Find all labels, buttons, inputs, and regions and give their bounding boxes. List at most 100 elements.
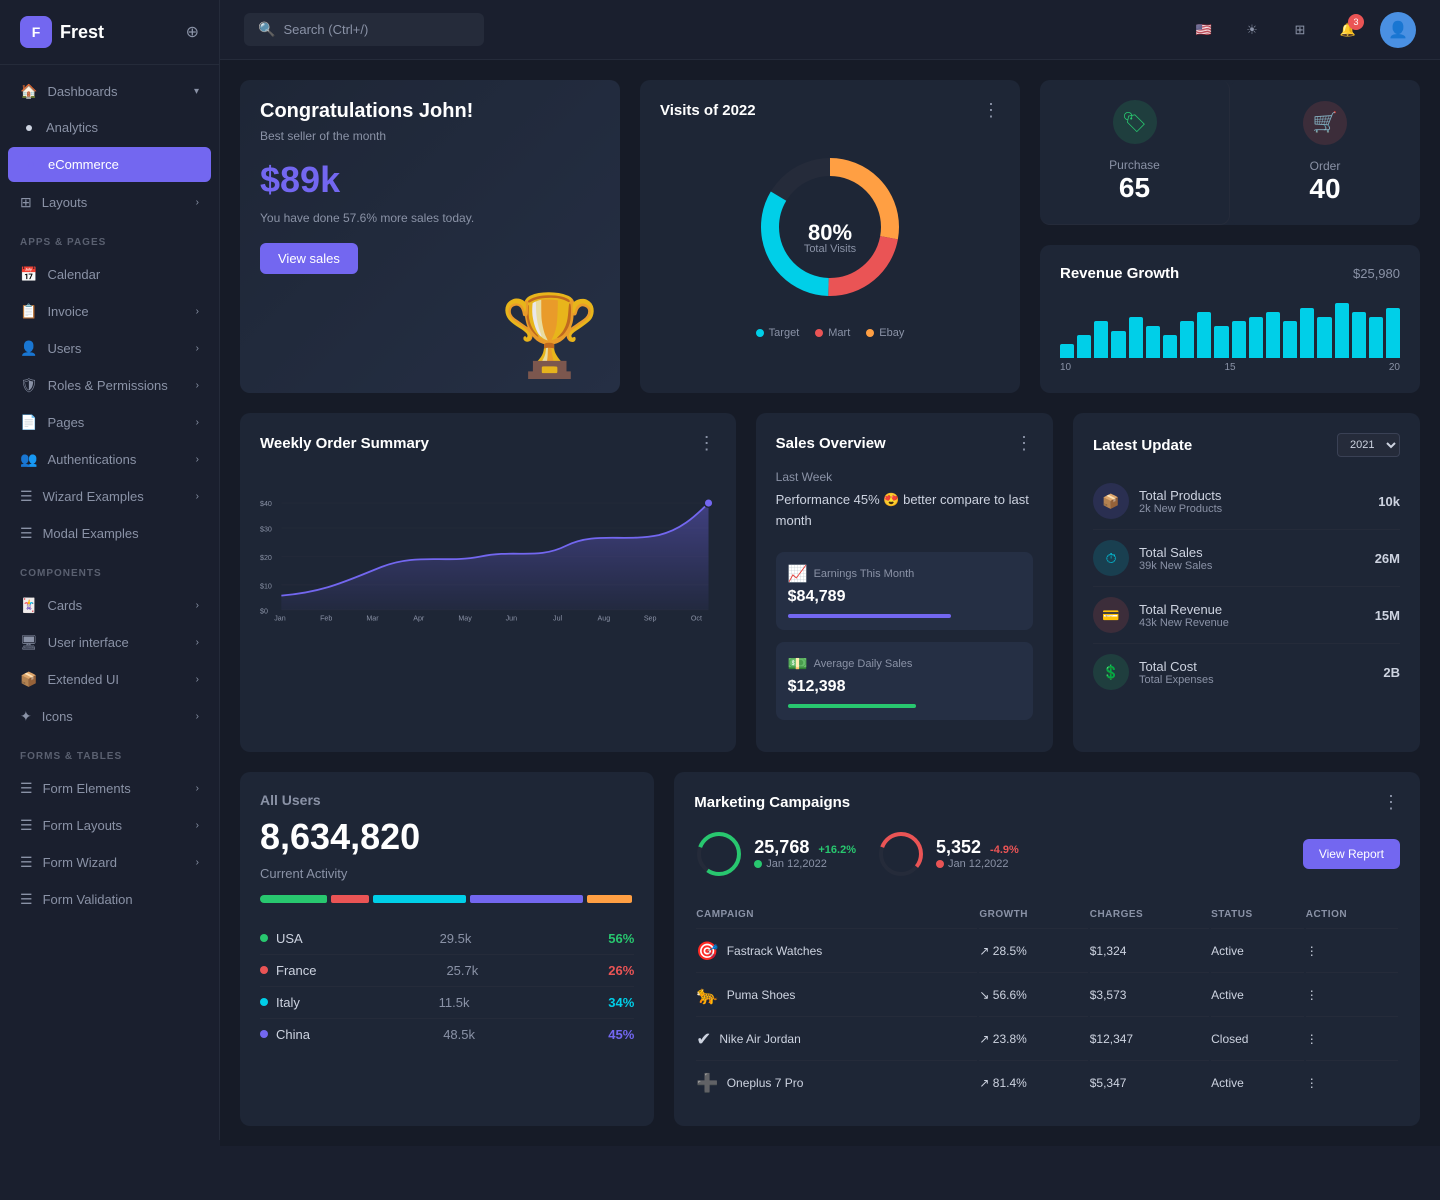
sidebar-item-pages[interactable]: 📄 Pages › [0, 404, 219, 441]
sidebar-item-calendar[interactable]: 📅 Calendar [0, 256, 219, 293]
revenue-bar [1249, 317, 1263, 358]
oneplus-icon: ➕ [696, 1073, 718, 1094]
revenue-bar [1214, 326, 1228, 358]
sidebar-item-cards[interactable]: 🃏 Cards › [0, 587, 219, 624]
update-item-sales: ⏱ Total Sales 39k New Sales 26M [1093, 530, 1400, 587]
chart-label-20: 20 [1389, 362, 1400, 373]
cost-name: Total Cost [1139, 659, 1214, 674]
mstat-info-1: 25,768 +16.2% Jan 12,2022 [754, 837, 856, 870]
sidebar-item-roles[interactable]: 🛡 Roles & Permissions › [0, 367, 219, 404]
chevron-right-icon: › [196, 637, 199, 648]
cost-value: 2B [1383, 665, 1400, 680]
sidebar-item-extended[interactable]: 📦 Extended UI › [0, 661, 219, 698]
theme-icon[interactable]: ☀ [1236, 14, 1268, 46]
sales-menu[interactable]: ⋮ [1015, 433, 1033, 454]
row-1: Congratulations John! Best seller of the… [240, 80, 1420, 393]
sales-sub: 39k New Sales [1139, 560, 1212, 572]
mstat-count-1: 25,768 [754, 837, 809, 857]
country-italy: Italy [260, 995, 300, 1010]
section-label-components: COMPONENTS [0, 552, 219, 587]
products-sub: 2k New Products [1139, 503, 1222, 515]
sidebar-item-analytics[interactable]: Analytics [0, 110, 219, 145]
sidebar-item-icons[interactable]: ✦ Icons › [0, 698, 219, 735]
row-2: Weekly Order Summary ⋮ $40 $30 $20 $10 $… [240, 413, 1420, 752]
sales-info: Total Sales 39k New Sales [1139, 545, 1212, 572]
activity-bar-orange [587, 895, 632, 903]
weekly-order-menu[interactable]: ⋮ [698, 433, 716, 454]
sidebar-label-form-wizard: Form Wizard [43, 855, 196, 870]
revenue-bar [1094, 321, 1108, 358]
target-dot [756, 329, 764, 337]
sidebar-label-dashboards: Dashboards [47, 84, 194, 99]
col-action: ACTION [1306, 901, 1398, 929]
calendar-icon: 📅 [20, 266, 37, 283]
sidebar-item-dashboards[interactable]: 🏠 Dashboards ▾ [0, 73, 219, 110]
sidebar-item-ui[interactable]: 🖥 User interface › [0, 624, 219, 661]
pages-icon: 📄 [20, 414, 37, 431]
nike-action[interactable]: ⋮ [1306, 1019, 1398, 1061]
oneplus-action[interactable]: ⋮ [1306, 1063, 1398, 1104]
view-sales-button[interactable]: View sales [260, 243, 358, 274]
sales-overview-header: Sales Overview ⋮ [776, 433, 1033, 454]
sidebar-item-invoice[interactable]: 📋 Invoice › [0, 293, 219, 330]
user-row-china: China 48.5k 45% [260, 1019, 634, 1050]
sidebar-item-form-wizard[interactable]: ☰ Form Wizard › [0, 844, 219, 881]
marketing-title: Marketing Campaigns [694, 794, 850, 811]
fastrack-action[interactable]: ⋮ [1306, 931, 1398, 973]
sidebar-item-form-elements[interactable]: ☰ Form Elements › [0, 770, 219, 807]
visits-menu[interactable]: ⋮ [982, 100, 1000, 121]
sidebar-item-form-layouts[interactable]: ☰ Form Layouts › [0, 807, 219, 844]
table-row: ➕ Oneplus 7 Pro ↗ 81.4% $5,347 Active ⋮ [696, 1063, 1398, 1104]
activity-bar-green [260, 895, 327, 903]
order-label: Order [1310, 159, 1341, 173]
trophy-icon: 🏆 [500, 289, 600, 383]
users-icon: 👤 [20, 340, 37, 357]
notification-icon[interactable]: 🔔 3 [1332, 14, 1364, 46]
view-report-button[interactable]: View Report [1303, 839, 1400, 869]
sidebar-item-form-validation[interactable]: ☰ Form Validation [0, 881, 219, 918]
marketing-header: Marketing Campaigns ⋮ [694, 792, 1400, 813]
marketing-stats: 25,768 +16.2% Jan 12,2022 [694, 829, 1019, 879]
sales-name: Total Sales [1139, 545, 1212, 560]
sidebar-item-ecommerce[interactable]: eCommerce [8, 147, 211, 182]
user-avatar[interactable]: 👤 [1380, 12, 1416, 48]
mart-dot [815, 329, 823, 337]
flag-icon[interactable]: 🇺🇸 [1188, 14, 1220, 46]
form-elements-icon: ☰ [20, 780, 33, 797]
campaign-name-puma: 🐆 Puma Shoes [696, 975, 977, 1017]
visits-card: Visits of 2022 ⋮ 80% Total Visits [640, 80, 1020, 393]
sidebar-label-layouts: Layouts [42, 195, 196, 210]
sidebar-item-layouts[interactable]: ⊞ Layouts › [0, 184, 219, 221]
usa-dot [260, 934, 268, 942]
sidebar-label-analytics: Analytics [46, 120, 199, 135]
revenue-bar [1369, 317, 1383, 358]
chevron-right-icon: › [196, 491, 199, 502]
campaign-name-wrapper: ➕ Oneplus 7 Pro [696, 1073, 977, 1094]
marketing-menu[interactable]: ⋮ [1382, 792, 1400, 813]
sidebar-label-auth: Authentications [47, 452, 195, 467]
puma-action[interactable]: ⋮ [1306, 975, 1398, 1017]
revenue-bar [1317, 317, 1331, 358]
chevron-right-icon: › [196, 306, 199, 317]
trending-up-icon: 📈 [788, 564, 808, 584]
congrats-amount: $89k [260, 159, 600, 201]
sidebar-label-users: Users [47, 341, 195, 356]
mstat-change-2: -4.9% [990, 844, 1019, 856]
grid-icon[interactable]: ⊞ [1284, 14, 1316, 46]
sidebar-item-auth[interactable]: 👥 Authentications › [0, 441, 219, 478]
year-select[interactable]: 2021 [1337, 433, 1400, 457]
dollar-icon: 💵 [788, 654, 808, 674]
daily-sales-metric: 💵 Average Daily Sales $12,398 [776, 642, 1033, 720]
sales-last-week: Last Week [776, 470, 1033, 484]
legend-target-label: Target [769, 327, 800, 339]
sidebar-label-invoice: Invoice [47, 304, 195, 319]
search-bar[interactable]: 🔍 Search (Ctrl+/) [244, 13, 484, 46]
revenue-title: Revenue Growth [1060, 265, 1179, 282]
mstat-svg-1 [694, 829, 744, 879]
sidebar-item-wizard[interactable]: ☰ Wizard Examples › [0, 478, 219, 515]
sidebar-item-modal[interactable]: ☰ Modal Examples [0, 515, 219, 552]
mstat-svg-2 [876, 829, 926, 879]
chevron-right-icon: › [196, 674, 199, 685]
latest-update-header: Latest Update 2021 [1093, 433, 1400, 457]
sidebar-item-users[interactable]: 👤 Users › [0, 330, 219, 367]
